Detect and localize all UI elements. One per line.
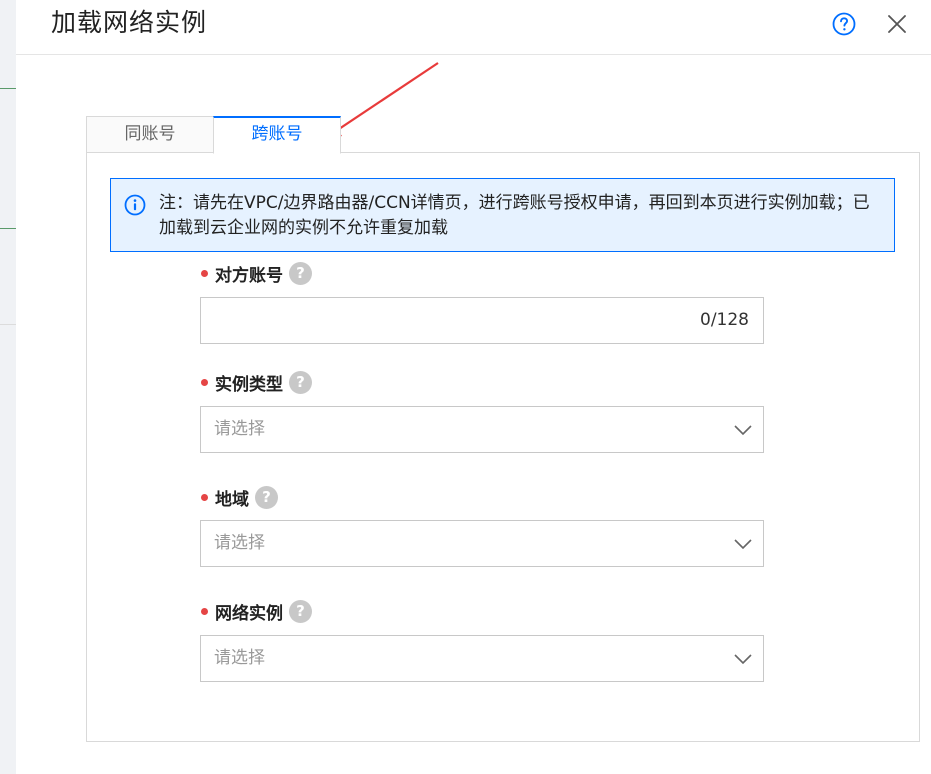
- instance-type-field-label: 实例类型 ?: [201, 370, 312, 395]
- dialog-header: 加载网络实例: [16, 0, 931, 55]
- network-instance-label-text: 网络实例: [215, 604, 283, 624]
- required-marker: [201, 270, 208, 277]
- chevron-down-icon: [734, 539, 752, 550]
- background-divider: [0, 228, 16, 229]
- required-marker: [201, 608, 208, 615]
- instance-type-select[interactable]: 请选择: [200, 406, 764, 453]
- question-icon[interactable]: ?: [255, 486, 278, 509]
- required-marker: [201, 494, 208, 501]
- background-divider: [0, 88, 16, 89]
- network-instance-field-label: 网络实例 ?: [201, 599, 312, 624]
- notice-text: 注：请先在VPC/边界路由器/CCN详情页，进行跨账号授权申请，再回到本页进行实…: [159, 193, 870, 238]
- required-marker: [201, 379, 208, 386]
- help-circle-icon[interactable]: [832, 12, 856, 36]
- close-icon[interactable]: [886, 13, 908, 35]
- network-instance-select[interactable]: 请选择: [200, 635, 764, 682]
- char-counter: 0/128: [700, 310, 749, 330]
- account-label-text: 对方账号: [215, 266, 283, 286]
- account-field-label: 对方账号 ?: [201, 261, 312, 286]
- select-placeholder: 请选择: [214, 533, 265, 553]
- select-placeholder: 请选择: [214, 419, 265, 439]
- account-input[interactable]: 0/128: [200, 297, 764, 344]
- load-network-instance-dialog: 加载网络实例 同账号 跨账号 注：请先在VPC/边界路由器/CCN详情页，进行跨…: [16, 0, 931, 774]
- tab-same-account[interactable]: 同账号: [86, 116, 214, 152]
- info-circle-icon: [124, 194, 146, 216]
- info-notice: 注：请先在VPC/边界路由器/CCN详情页，进行跨账号授权申请，再回到本页进行实…: [110, 178, 895, 252]
- background-divider: [0, 324, 16, 325]
- chevron-down-icon: [734, 654, 752, 665]
- region-field-label: 地域 ?: [201, 485, 278, 510]
- dialog-title: 加载网络实例: [51, 8, 208, 37]
- tab-cross-account[interactable]: 跨账号: [213, 116, 341, 154]
- select-placeholder: 请选择: [214, 648, 265, 668]
- region-label-text: 地域: [215, 490, 249, 510]
- instance-type-label-text: 实例类型: [215, 375, 283, 395]
- background-page-strip: [0, 0, 16, 774]
- chevron-down-icon: [734, 425, 752, 436]
- question-icon[interactable]: ?: [289, 371, 312, 394]
- question-icon[interactable]: ?: [289, 262, 312, 285]
- question-icon[interactable]: ?: [289, 600, 312, 623]
- region-select[interactable]: 请选择: [200, 520, 764, 567]
